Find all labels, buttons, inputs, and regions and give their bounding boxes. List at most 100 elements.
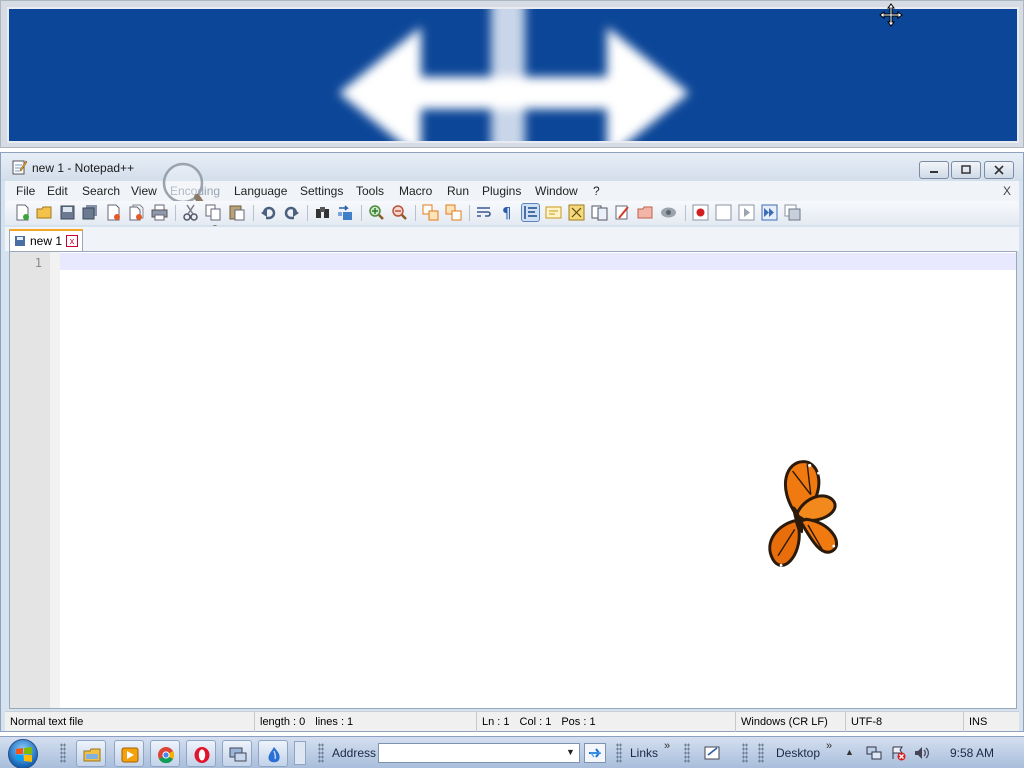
run-macro-multiple-icon[interactable] — [761, 204, 778, 221]
stop-record-icon[interactable] — [715, 204, 732, 221]
tab-close-icon[interactable]: x — [66, 235, 78, 247]
toolbar-grip[interactable] — [684, 743, 690, 763]
start-record-icon[interactable] — [692, 204, 709, 221]
new-file-icon[interactable] — [14, 204, 31, 221]
show-all-chars-icon[interactable]: ¶ — [499, 204, 516, 221]
remote-desktop-icon — [229, 747, 247, 762]
window-title: new 1 - Notepad++ — [32, 161, 135, 175]
status-length-lines: length : 0 lines : 1 — [255, 712, 477, 732]
opera-icon — [194, 747, 210, 763]
menu-language[interactable]: Language — [234, 184, 287, 198]
cut-icon[interactable] — [182, 204, 199, 221]
menu-search[interactable]: Search — [82, 184, 120, 198]
zoom-in-icon[interactable] — [368, 204, 385, 221]
replace-icon[interactable] — [337, 204, 354, 221]
app-button[interactable] — [258, 740, 288, 767]
desktop-label: Desktop — [776, 746, 821, 760]
sync-vertical-icon[interactable] — [422, 204, 439, 221]
toolbar-separator — [415, 205, 416, 221]
indent-guide-icon[interactable] — [521, 203, 540, 222]
editor-area[interactable]: 1 — [9, 251, 1017, 709]
clock[interactable]: 9:58 AM — [950, 746, 994, 760]
media-player-icon — [121, 747, 139, 763]
open-file-icon[interactable] — [36, 204, 53, 221]
address-dropdown-icon[interactable]: ▼ — [566, 747, 575, 757]
tab-new-1[interactable]: new 1 x — [9, 229, 83, 251]
chrome-button[interactable] — [150, 740, 180, 767]
undo-icon[interactable] — [260, 204, 277, 221]
current-line-highlight — [60, 253, 1016, 270]
toolbar: ¶ — [5, 201, 1019, 225]
restore-button[interactable] — [951, 161, 981, 179]
remote-desktop-button[interactable] — [222, 740, 252, 767]
doc-map-icon[interactable] — [568, 204, 585, 221]
menu-macro[interactable]: Macro — [399, 184, 432, 198]
links-chevron-icon[interactable]: » — [664, 740, 670, 752]
menu-run[interactable]: Run — [447, 184, 469, 198]
menu-help[interactable]: ? — [593, 184, 600, 198]
explorer-button[interactable] — [76, 740, 106, 767]
menu-tools[interactable]: Tools — [356, 184, 384, 198]
minimize-icon — [930, 171, 938, 173]
show-hidden-icons-icon[interactable]: ▲ — [845, 747, 854, 757]
save-all-icon[interactable] — [82, 204, 99, 221]
redo-icon[interactable] — [283, 204, 300, 221]
monitoring-icon[interactable] — [637, 204, 654, 221]
save-icon[interactable] — [59, 204, 76, 221]
network-icon[interactable] — [866, 745, 882, 761]
status-pos: Pos : 1 — [561, 716, 596, 728]
toolbar-grip[interactable] — [742, 743, 748, 763]
function-list-icon[interactable] — [591, 204, 608, 221]
action-center-icon[interactable] — [890, 745, 906, 761]
menu-plugins[interactable]: Plugins — [482, 184, 521, 198]
menu-window[interactable]: Window — [535, 184, 578, 198]
close-all-icon[interactable] — [128, 204, 145, 221]
folder-as-workspace-icon[interactable] — [614, 204, 631, 221]
minimize-button[interactable] — [919, 161, 949, 179]
close-window-button[interactable] — [984, 161, 1014, 179]
user-language-icon[interactable] — [545, 204, 562, 221]
start-button[interactable] — [8, 739, 38, 768]
address-label: Address — [332, 746, 377, 760]
chrome-icon — [158, 747, 175, 764]
butterfly-icon — [768, 460, 839, 567]
paste-icon[interactable] — [228, 204, 245, 221]
status-encoding[interactable]: UTF-8 — [846, 712, 964, 732]
find-icon[interactable] — [314, 204, 331, 221]
menu-settings[interactable]: Settings — [300, 184, 343, 198]
zoom-out-icon[interactable] — [391, 204, 408, 221]
print-icon[interactable] — [151, 204, 168, 221]
playback-icon[interactable] — [738, 204, 755, 221]
title-bar[interactable]: new 1 - Notepad++ — [1, 153, 1023, 181]
menu-file[interactable]: File — [16, 184, 35, 198]
status-eol[interactable]: Windows (CR LF) — [736, 712, 846, 732]
volume-icon[interactable] — [914, 745, 930, 761]
toolbar-grip[interactable] — [60, 743, 66, 763]
opera-button[interactable] — [186, 740, 216, 767]
save-macro-icon[interactable] — [784, 204, 801, 221]
quick-launch-scroll[interactable] — [294, 741, 306, 765]
fold-margin[interactable] — [50, 252, 60, 708]
media-player-button[interactable] — [114, 740, 144, 767]
desktop-chevron-icon[interactable]: » — [826, 740, 832, 752]
magnifier-preview — [0, 0, 1024, 148]
address-go-button[interactable] — [584, 743, 606, 763]
status-lines: lines : 1 — [315, 716, 354, 728]
toolbar-grip[interactable] — [758, 743, 764, 763]
status-length: length : 0 — [260, 716, 306, 728]
toolbar-grip[interactable] — [616, 743, 622, 763]
menu-view[interactable]: View — [131, 184, 157, 198]
close-document-x[interactable]: X — [1003, 184, 1011, 198]
toolbar-app-icon[interactable] — [704, 745, 722, 761]
eye-icon[interactable] — [660, 204, 677, 221]
toolbar-grip[interactable] — [318, 743, 324, 763]
word-wrap-icon[interactable] — [476, 204, 493, 221]
links-label: Links — [630, 746, 659, 760]
toolbar-separator — [175, 205, 176, 221]
menu-edit[interactable]: Edit — [47, 184, 68, 198]
close-file-icon[interactable] — [105, 204, 122, 221]
status-insert-mode[interactable]: INS — [964, 712, 1019, 732]
address-input[interactable] — [378, 743, 580, 763]
copy-icon[interactable] — [205, 204, 222, 221]
sync-horizontal-icon[interactable] — [445, 204, 462, 221]
